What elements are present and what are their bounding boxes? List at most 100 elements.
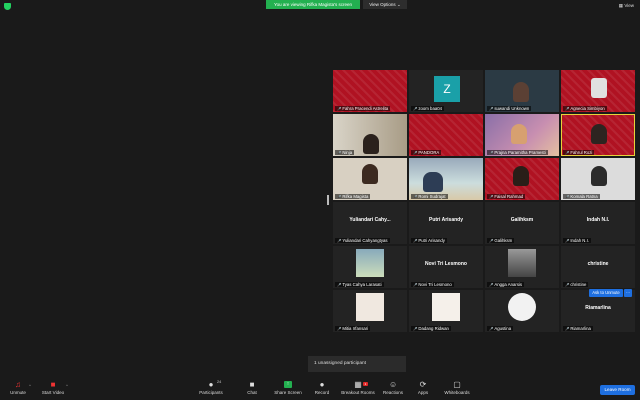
leave-room-button[interactable]: Leave Room [600, 385, 635, 395]
participant-tile[interactable]: Dadang Ridwan [409, 290, 483, 332]
participant-name: Putri Arisandy [411, 238, 447, 243]
participant-tile[interactable]: christine christine [561, 246, 635, 288]
apps-icon: ⟳ [419, 380, 427, 389]
ask-to-unmute-button[interactable]: Ask to Unmute [589, 289, 623, 297]
participant-name: Tyas Cahya Larasati [335, 282, 384, 287]
participants-label: Participants [199, 390, 223, 395]
breakout-rooms-label: Breakout Rooms [341, 390, 375, 395]
participant-tile[interactable]: Mitia Irfansari [333, 290, 407, 332]
participant-name: Romi Sudrajat [411, 194, 448, 199]
whiteboards-button[interactable]: ▢ Whiteboards [442, 377, 472, 400]
share-screen-button[interactable]: ↑ Share Screen [273, 377, 303, 400]
apps-button[interactable]: ⟳ Apps [413, 377, 433, 400]
participant-display-name: Putri Arisandy [429, 217, 463, 223]
participant-name: suwandi Unknown [487, 106, 532, 111]
avatar [356, 249, 384, 277]
participant-name: christine [563, 282, 589, 287]
reactions-button[interactable]: ☺ Reactions [381, 377, 405, 400]
panel-resize-handle[interactable] [327, 195, 329, 205]
participants-icon: ● [208, 380, 214, 389]
participant-display-name: Indah N.I. [586, 217, 610, 223]
participant-video [513, 82, 529, 102]
participant-tile[interactable]: Fahrul Rozi [561, 114, 635, 156]
top-bar: You are viewing Rifka Magista's screen V… [0, 0, 640, 12]
participant-video [591, 78, 607, 98]
record-icon: ● [319, 380, 325, 389]
viewing-screen-banner: You are viewing Rifka Magista's screen [266, 0, 360, 9]
whiteboards-label: Whiteboards [444, 390, 470, 395]
participant-tile[interactable]: Putri Arisandy Putri Arisandy [409, 202, 483, 244]
chevron-down-icon: ⌄ [396, 2, 401, 7]
participants-count: 24 [217, 380, 222, 384]
participant-tile[interactable]: Rifka Magista [333, 158, 407, 200]
avatar: Z [434, 76, 460, 102]
security-shield-icon[interactable] [4, 3, 11, 10]
unmute-label: Unmute [10, 390, 26, 395]
participant-tile[interactable]: Romi Sudrajat [409, 158, 483, 200]
participant-name: Galihksm [487, 238, 515, 243]
participant-tile[interactable]: Novi Tri Lesmono Novi Tri Lesmono [409, 246, 483, 288]
avatar [508, 249, 536, 277]
participant-tile[interactable]: Ninja [333, 114, 407, 156]
participant-video [511, 124, 527, 144]
participant-name: Angga Anarsis [487, 282, 525, 287]
participant-name: Fahrul Rozi [563, 150, 595, 155]
start-video-button[interactable]: ■ Start Video [38, 377, 68, 400]
participant-tile[interactable]: Tyas Cahya Larasati [333, 246, 407, 288]
avatar [432, 293, 460, 321]
participant-tile[interactable]: Z zoom baa04 [409, 70, 483, 112]
participant-video [513, 166, 529, 186]
participant-name: Komala Ratna [563, 194, 600, 199]
participant-tile[interactable]: Yuliandari Cahy... Yuliandari Cahyangtya… [333, 202, 407, 244]
participant-name: PANDORA [411, 150, 442, 155]
participant-name: Mitia Irfansari [335, 326, 371, 331]
record-button[interactable]: ● Record [311, 377, 333, 400]
participant-tile[interactable]: Agnecia Simbiyon [561, 70, 635, 112]
participant-video [363, 134, 379, 154]
participant-video [423, 172, 443, 192]
chat-label: Chat [247, 390, 257, 395]
participant-tile[interactable]: Faisal Rahmad [485, 158, 559, 200]
microphone-muted-icon: ♫ [15, 380, 21, 389]
chevron-up-icon[interactable]: ^ [66, 383, 68, 388]
grid-icon: ▦ [618, 3, 624, 8]
participant-tile[interactable]: Fahra Pracendi Astrelita [333, 70, 407, 112]
chevron-up-icon[interactable]: ^ [29, 383, 31, 388]
participant-tile[interactable]: Indah N.I. Indah N.I. [561, 202, 635, 244]
participant-tile[interactable]: PANDORA [409, 114, 483, 156]
view-button[interactable]: ▦ View [619, 3, 634, 9]
participant-name: Faisal Rahmad [487, 194, 526, 199]
participant-name: Agustina [487, 326, 514, 331]
participant-tile[interactable]: Prajna Paramitha Pramesti [485, 114, 559, 156]
participant-display-name: Novi Tri Lesmono [425, 261, 467, 267]
avatar [508, 293, 536, 321]
participant-name: Indah N.I. [563, 238, 591, 243]
participant-display-name: Yuliandari Cahy... [349, 217, 391, 223]
chat-button[interactable]: ■ Chat [241, 377, 263, 400]
start-video-label: Start Video [41, 390, 65, 395]
participant-tile[interactable]: suwandi Unknown [485, 70, 559, 112]
reactions-label: Reactions [382, 390, 403, 395]
view-options-button[interactable]: View Options ⌄ [363, 0, 407, 9]
share-screen-icon: ↑ [284, 381, 292, 388]
chat-icon: ■ [249, 380, 255, 389]
breakout-rooms-badge: 1 [363, 382, 368, 386]
unmute-button[interactable]: ♫ Unmute [6, 377, 30, 400]
participant-video [591, 166, 607, 186]
unassigned-participant-notice[interactable]: 1 unassigned participant [308, 356, 406, 372]
participant-name: zoom baa04 [411, 106, 445, 111]
participant-tile[interactable]: Galihksm Galihksm [485, 202, 559, 244]
participant-tile[interactable]: Komala Ratna [561, 158, 635, 200]
participant-name: Fahra Pracendi Astrelita [335, 106, 391, 111]
breakout-rooms-icon: ▦ [354, 380, 362, 389]
record-label: Record [314, 390, 330, 395]
participant-video [362, 164, 378, 184]
breakout-rooms-button[interactable]: ▦ 1 Breakout Rooms [340, 377, 376, 400]
more-options-button[interactable]: ··· [624, 289, 632, 297]
participant-tile[interactable]: Angga Anarsis [485, 246, 559, 288]
participant-tile[interactable]: Agustina [485, 290, 559, 332]
participant-name: Rifka Magista [335, 194, 371, 199]
participants-button[interactable]: ● 24 Participants [196, 377, 226, 400]
participant-name: Ninja [335, 150, 355, 155]
share-screen-label: Share Screen [274, 390, 302, 395]
